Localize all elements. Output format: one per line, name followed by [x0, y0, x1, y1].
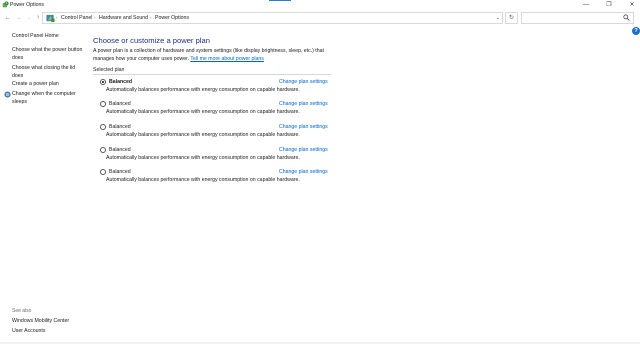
- title-bar: Power Options — ❐ ✕: [0, 0, 640, 10]
- plan-option: Balanced Change plan settings Automatica…: [100, 146, 340, 166]
- plan-description: Automatically balances performance with …: [106, 109, 300, 115]
- plan-option: Balanced Change plan settings Automatica…: [100, 78, 340, 98]
- plan-name[interactable]: Balanced: [109, 78, 132, 86]
- plan-description: Automatically balances performance with …: [106, 177, 300, 183]
- plan-description: Automatically balances performance with …: [106, 132, 300, 138]
- breadcrumb-separator: ›: [56, 15, 58, 20]
- plan-name[interactable]: Balanced: [109, 168, 131, 176]
- maximize-button[interactable]: ❐: [599, 0, 619, 10]
- change-plan-settings-link[interactable]: Change plan settings: [279, 78, 328, 86]
- breadcrumb-separator[interactable]: ›: [150, 13, 152, 23]
- forward-button[interactable]: →: [14, 11, 24, 25]
- control-panel-icon: [46, 14, 55, 23]
- breadcrumb-separator[interactable]: ›: [94, 13, 96, 23]
- change-plan-settings-link[interactable]: Change plan settings: [279, 146, 328, 154]
- page-title: Choose or customize a power plan: [93, 36, 210, 45]
- plan-description: Automatically balances performance with …: [106, 87, 300, 93]
- back-button[interactable]: ←: [3, 11, 13, 25]
- plan-option: Balanced Change plan settings Automatica…: [100, 168, 340, 188]
- intro-text: A power plan is a collection of hardware…: [93, 48, 333, 63]
- minimize-button[interactable]: —: [576, 0, 596, 10]
- sidebar-link-control-panel-home[interactable]: Control Panel Home: [12, 33, 86, 41]
- shield-icon: [4, 91, 11, 98]
- search-icon: [623, 14, 630, 21]
- plan-option: Balanced Change plan settings Automatica…: [100, 100, 340, 120]
- sidebar-link-change-sleep[interactable]: Change when the computer sleeps: [12, 91, 86, 106]
- title-accent-bar: [269, 0, 291, 1]
- power-options-icon: [2, 1, 9, 8]
- plan-radio[interactable]: [100, 124, 106, 130]
- help-button[interactable]: ?: [632, 27, 640, 35]
- breadcrumb-power-options[interactable]: Power Options: [155, 13, 189, 23]
- address-dropdown-button[interactable]: ⌄: [496, 13, 500, 23]
- sidebar: Control Panel Home Choose what the power…: [0, 26, 90, 344]
- refresh-button[interactable]: ↻: [505, 12, 518, 24]
- see-also-label: See also: [12, 308, 32, 314]
- learn-more-link[interactable]: Tell me more about power plans: [190, 56, 264, 62]
- sidebar-link-create-plan[interactable]: Create a power plan: [12, 81, 86, 89]
- plan-name[interactable]: Balanced: [109, 146, 131, 154]
- plan-radio[interactable]: [100, 169, 106, 175]
- plan-radio[interactable]: [100, 147, 106, 153]
- change-plan-settings-link[interactable]: Change plan settings: [279, 168, 328, 176]
- window-title: Power Options: [10, 2, 45, 8]
- plan-description: Automatically balances performance with …: [106, 155, 300, 161]
- sidebar-link-mobility-center[interactable]: Windows Mobility Center: [12, 318, 86, 326]
- change-plan-settings-link[interactable]: Change plan settings: [279, 100, 328, 108]
- breadcrumb-control-panel[interactable]: Control Panel: [61, 13, 92, 23]
- search-input[interactable]: [524, 13, 622, 23]
- plan-name[interactable]: Balanced: [109, 123, 131, 131]
- divider: [93, 74, 331, 75]
- breadcrumb-hardware-and-sound[interactable]: Hardware and Sound: [99, 13, 148, 23]
- plan-option: Balanced Change plan settings Automatica…: [100, 123, 340, 143]
- plan-radio[interactable]: [100, 79, 106, 85]
- plan-name[interactable]: Balanced: [109, 100, 131, 108]
- close-button[interactable]: ✕: [622, 0, 640, 10]
- change-plan-settings-link[interactable]: Change plan settings: [279, 123, 328, 131]
- sidebar-link-power-button[interactable]: Choose what the power button does: [12, 47, 86, 62]
- plan-radio[interactable]: [100, 101, 106, 107]
- sidebar-link-closing-lid[interactable]: Choose what closing the lid does: [12, 65, 86, 80]
- navigation-bar: ← → ⌄ ↑ › Control Panel › Hardware and S…: [0, 11, 640, 25]
- sidebar-link-user-accounts[interactable]: User Accounts: [12, 328, 86, 336]
- search-box[interactable]: [521, 12, 634, 24]
- address-bar[interactable]: › Control Panel › Hardware and Sound › P…: [42, 12, 503, 24]
- selected-plan-label: Selected plan: [93, 67, 125, 73]
